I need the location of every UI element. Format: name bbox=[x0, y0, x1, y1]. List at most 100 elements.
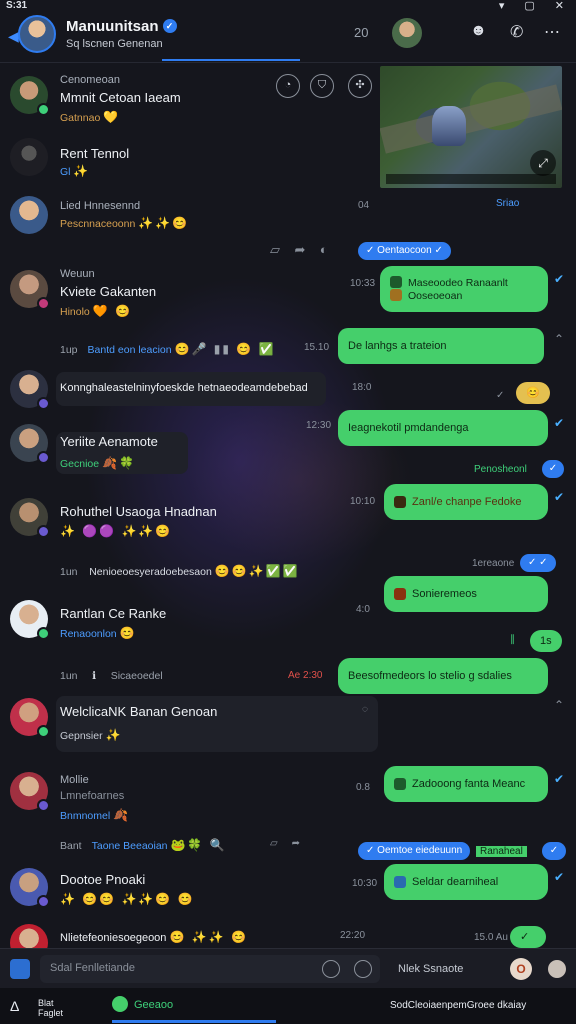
avatar bbox=[10, 270, 50, 310]
verified-icon: ✓ bbox=[162, 19, 177, 33]
clock-icon[interactable] bbox=[322, 960, 340, 978]
avatar bbox=[10, 76, 50, 116]
composer: Sdal Fenlletiande Nlek Ssnaote O bbox=[0, 948, 576, 988]
read-icon: ◌ bbox=[362, 704, 368, 715]
status-text: Ranaheal bbox=[476, 846, 527, 857]
chat-name: WelclicaNK Banan Genoan bbox=[60, 704, 218, 719]
chat-time: 15.0 Au bbox=[474, 932, 508, 943]
chat-name: Lied Hnnesennd bbox=[60, 200, 141, 212]
reaction-badge[interactable]: 😊 bbox=[516, 382, 550, 404]
double-check-icon: ✔ bbox=[554, 416, 565, 430]
app-icon bbox=[112, 996, 128, 1012]
chat-meta: Bant Taone Beeaoian 🐸🍀 🔍 bbox=[60, 838, 227, 852]
avatar bbox=[10, 498, 50, 538]
chat-time: ✓ bbox=[496, 390, 505, 401]
message-bubble[interactable]: De lanhgs a trateion bbox=[338, 328, 544, 364]
chat-sub: Gl ✨ bbox=[60, 164, 91, 178]
home-icon[interactable]: Δ bbox=[10, 998, 19, 1014]
group-icon[interactable]: ☻ bbox=[470, 22, 487, 40]
avatar bbox=[10, 772, 50, 812]
chat-time: 1ereaone bbox=[472, 558, 515, 569]
chat-title: Lmnefoarnes bbox=[60, 790, 125, 802]
avatar bbox=[10, 868, 50, 908]
shield-icon[interactable]: ⛉ bbox=[310, 74, 334, 98]
tab-underline bbox=[162, 59, 300, 61]
composer-right-label[interactable]: Nlek Ssnaote bbox=[398, 963, 463, 975]
chat-sub: ✨ 😊😊 ✨✨😊 😊 bbox=[60, 892, 195, 906]
photo-icon[interactable]: ◔ bbox=[276, 74, 300, 98]
message-bubble[interactable]: Ieagnekotil pmdandenga bbox=[338, 410, 548, 446]
double-check-icon: ✔ bbox=[554, 870, 565, 884]
back-arrow-icon[interactable]: ◀ bbox=[8, 28, 19, 45]
label-sriao: Sriao bbox=[496, 198, 520, 209]
chat-time: 10:10 bbox=[350, 496, 376, 507]
avatar[interactable] bbox=[18, 15, 56, 53]
chat-name: Yeriite Aenamote bbox=[60, 434, 158, 449]
avatar bbox=[10, 370, 50, 410]
chat-name: Cenomeoan bbox=[60, 74, 120, 86]
double-check-icon: ✓ ✓ bbox=[520, 554, 556, 572]
chat-name: Rohuthel Usaoga Hnadnan bbox=[60, 504, 217, 519]
game-character bbox=[432, 106, 466, 146]
message-bubble[interactable]: Maseoodeo Ranaanlt Ooseoeoan bbox=[380, 266, 548, 312]
chat-title: Kviete Gakanten bbox=[60, 284, 157, 299]
bottom-label-line1: Blat bbox=[38, 998, 54, 1008]
chat-time: 04 bbox=[358, 200, 370, 211]
chevron-up-icon[interactable]: ⌃ bbox=[554, 332, 564, 346]
chat-meta: 1up Bantd eon leacion 😊🎤 ▮▮ 😊 ✅ bbox=[60, 342, 276, 356]
bottom-bar: Δ Blat Faglet Geeaoo SodCleoiaenpemGroee… bbox=[0, 988, 576, 1024]
attach-icon[interactable] bbox=[10, 959, 30, 979]
chat-list: Cenomeoan Mmnit Cetoan Iaeam Gatnnao 💛 ◔… bbox=[0, 64, 380, 962]
message-bubble[interactable]: Seldar dearniheal bbox=[384, 864, 548, 900]
chat-time: 4:0 bbox=[356, 604, 370, 615]
message-column: ⤢ Sriao ✓ Oentaocoon ✓ ▱ ➦ ◐ Maseoodeo R… bbox=[270, 64, 576, 948]
chat-title: Mmnit Cetoan Iaeam bbox=[60, 90, 181, 105]
chat-time: 22:20 bbox=[340, 930, 366, 941]
bottom-label[interactable]: Blat Faglet bbox=[38, 998, 63, 1018]
chat-time: 0.8 bbox=[356, 782, 370, 793]
chat-time: 10:33 bbox=[350, 278, 376, 289]
chat-sub: ✨ 🟣🟣 ✨✨😊 bbox=[60, 524, 173, 538]
message-bubble[interactable]: Zanl/e chanpe Fedoke bbox=[384, 484, 548, 520]
phone-icon[interactable]: ✆ bbox=[510, 22, 523, 42]
video-thumbnail[interactable]: ⤢ bbox=[380, 66, 562, 188]
bottom-right-text: SodCleoiaenpemGroee dkaiay bbox=[390, 1000, 527, 1011]
message-bubble[interactable]: Zadooong fanta Meanc bbox=[384, 766, 548, 802]
chat-meta: 1un ℹ Sicaeoedel bbox=[60, 670, 163, 682]
double-check-icon: ✔ bbox=[554, 772, 565, 786]
avatar bbox=[10, 138, 48, 176]
message-bubble[interactable]: Sonieremeos bbox=[384, 576, 548, 612]
status-badge: ✓ Oentaocoon ✓ bbox=[358, 242, 451, 260]
settings-icon[interactable]: ✣ bbox=[348, 74, 372, 98]
chat-name: Mollie bbox=[60, 774, 89, 786]
double-check-icon: ✓ bbox=[542, 842, 566, 860]
page-title: Manuunitsan ✓ bbox=[66, 18, 177, 35]
chevron-up-icon[interactable]: ⌃ bbox=[554, 698, 564, 712]
reply-icon[interactable]: ▱ ➦ bbox=[270, 838, 300, 849]
title-text: Manuunitsan bbox=[66, 18, 159, 35]
message-bubble[interactable]: 1s bbox=[530, 630, 562, 652]
plus-icon[interactable] bbox=[354, 960, 372, 978]
more-icon[interactable]: ⋯ bbox=[544, 22, 560, 42]
chat-time: Ae 2:30 bbox=[288, 670, 323, 681]
chat-name: Rent Tennol bbox=[60, 146, 130, 161]
chat-sub: Hinolo 🧡 😊 bbox=[60, 304, 132, 318]
header-count: 20 bbox=[354, 25, 369, 40]
action-icons[interactable]: ▱ ➦ ◐ bbox=[270, 242, 328, 258]
avatar bbox=[10, 196, 48, 234]
message-bubble[interactable]: Beesofmedeors lo stelio g sdalies bbox=[338, 658, 548, 694]
emoji-icon[interactable] bbox=[548, 960, 566, 978]
chat-sub: Gepnsier ✨ bbox=[60, 728, 123, 742]
contact-avatar[interactable] bbox=[392, 18, 422, 48]
chat-meta: 1un Nenioeoesyeradoebesaon 😊😊✨✅✅ bbox=[60, 564, 300, 578]
emoji-icon: ∥ bbox=[510, 634, 515, 645]
chat-time: 12:30 bbox=[306, 420, 332, 431]
tab-active[interactable]: Geeaoo bbox=[112, 996, 173, 1012]
chat-sub: Renaoonlon 😊 bbox=[60, 626, 137, 640]
game-hud bbox=[386, 174, 556, 184]
expand-icon[interactable]: ⤢ bbox=[530, 150, 556, 176]
avatar bbox=[10, 424, 50, 464]
chat-time: 18:0 bbox=[352, 382, 372, 393]
record-button[interactable]: O bbox=[510, 958, 532, 980]
chat-name: Konnghaleastelninyfoeskde hetnaeodeamdeb… bbox=[60, 382, 308, 394]
